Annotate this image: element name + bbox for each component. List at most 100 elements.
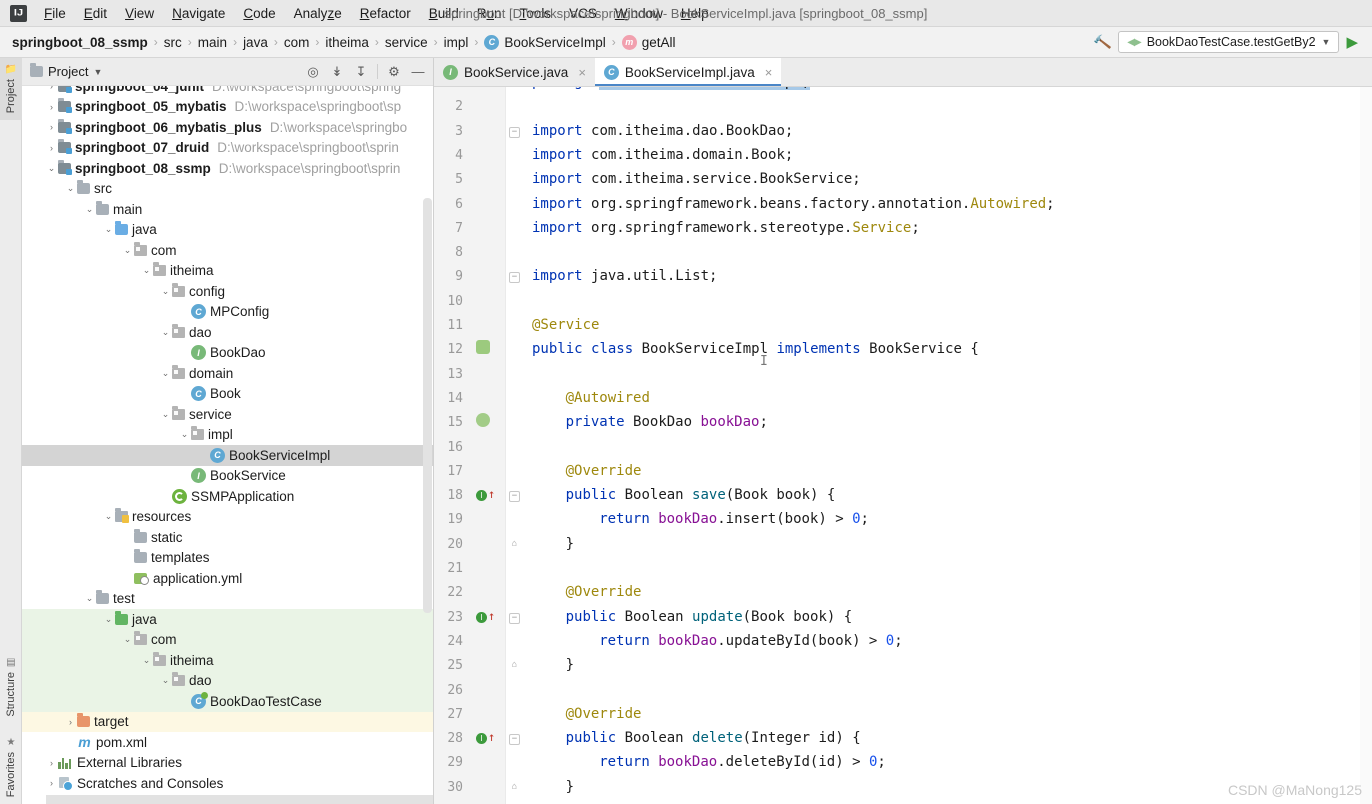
close-icon[interactable]: × [765,65,773,80]
code-fold-marker[interactable]: − [509,734,520,746]
editor-tab-bookservice-java[interactable]: I BookService.java × [434,58,595,86]
menu-refactor[interactable]: Refactor [351,3,420,24]
tree-node-test[interactable]: ⌄ test [22,589,433,610]
code-fold-marker[interactable]: − [509,491,520,503]
code-line[interactable]: public Boolean update(Book book) { [532,610,853,624]
breadcrumb-item-springboot_08_ssmp[interactable]: springboot_08_ssmp [8,35,148,50]
tree-node-book[interactable]: ›CBook [22,384,433,405]
breadcrumb-item-getall[interactable]: m getAll [621,34,675,50]
chevron-down-icon[interactable]: ⌄ [159,327,172,338]
code-fold-marker[interactable]: ⌂ [509,661,520,673]
close-icon[interactable]: × [578,65,586,80]
tree-node-bookserviceimpl[interactable]: ›CBookServiceImpl [22,445,433,466]
menu-tools[interactable]: Tools [511,3,561,24]
chevron-down-icon[interactable]: ⌄ [121,245,134,256]
menu-navigate[interactable]: Navigate [163,3,234,24]
tool-window-button-structure[interactable]: ▤ Structure [0,650,22,724]
tree-node-bookdaotestcase[interactable]: ›CBookDaoTestCase [22,691,433,712]
tree-node-config[interactable]: ⌄ config [22,281,433,302]
chevron-down-icon[interactable]: ⌄ [159,286,172,297]
tree-node-src[interactable]: ⌄ src [22,179,433,200]
implementing-method-icon[interactable]: I ↑ [476,486,502,504]
tree-node-dao[interactable]: ⌄ dao [22,670,433,691]
code-line[interactable]: return bookDao.deleteById(id) > 0; [532,755,886,769]
code-line[interactable]: import org.springframework.stereotype.Se… [532,221,920,235]
tree-node-bookdao[interactable]: ›IBookDao [22,343,433,364]
project-tree[interactable]: › Scratches and Consoles › External Librari… [22,86,433,804]
code-line[interactable]: @Service [532,318,599,332]
chevron-right-icon[interactable]: › [45,143,58,153]
hide-panel-icon[interactable]: — [407,61,429,83]
locate-icon[interactable]: ◎ [302,61,324,83]
tree-node-itheima[interactable]: ⌄ itheima [22,261,433,282]
project-tree-horizontal-scrollbar[interactable] [46,795,433,804]
menu-run[interactable]: Run [468,3,511,24]
code-line[interactable]: import com.itheima.domain.Book; [532,148,793,162]
tree-node-com[interactable]: ⌄ com [22,240,433,261]
code-line[interactable]: @Autowired [532,391,650,405]
code-line[interactable]: import com.itheima.service.BookService; [532,172,861,186]
tree-node-scratches-and-consoles[interactable]: › Scratches and Consoles [22,773,433,794]
project-panel-title[interactable]: Project ▼ [26,63,106,79]
breadcrumb-item-com[interactable]: com [284,35,310,50]
chevron-down-icon[interactable]: ⌄ [102,614,115,625]
spring-autowired-icon[interactable] [476,413,502,431]
menu-window[interactable]: Window [606,3,672,24]
tool-window-button-project[interactable]: 📁 Project [0,58,22,120]
code-line[interactable]: } [532,537,574,551]
chevron-down-icon[interactable]: ⌄ [83,204,96,215]
editor-gutter[interactable]: 1234567891011121314151617181920212223242… [434,87,506,804]
menu-view[interactable]: View [116,3,163,24]
code-line[interactable]: public Boolean delete(Integer id) { [532,731,861,745]
chevron-down-icon[interactable]: ⌄ [102,511,115,522]
tree-node-com[interactable]: ⌄ com [22,629,433,650]
code-line[interactable]: @Override [532,585,642,599]
implementing-method-icon[interactable]: I ↑ [476,729,502,747]
tree-node-resources[interactable]: ⌄ resources [22,507,433,528]
tree-node-mpconfig[interactable]: ›CMPConfig [22,302,433,323]
menu-analyze[interactable]: Analyze [285,3,351,24]
menu-help[interactable]: Help [672,3,718,24]
tree-node-bookservice[interactable]: ›IBookService [22,466,433,487]
breadcrumb-item-itheima[interactable]: itheima [325,35,369,50]
tree-node-springboot-08-ssmp[interactable]: ⌄ springboot_08_ssmp D:\workspace\springbo… [22,158,433,179]
run-play-icon[interactable]: ▶ [1346,33,1358,51]
code-line[interactable]: import org.springframework.beans.factory… [532,197,1055,211]
code-fold-marker[interactable]: ⌂ [509,539,520,551]
breadcrumb-item-service[interactable]: service [385,35,428,50]
tree-node-main[interactable]: ⌄ main [22,199,433,220]
chevron-right-icon[interactable]: › [45,778,58,788]
tree-node-target[interactable]: › target [22,711,433,732]
chevron-right-icon[interactable]: › [45,86,58,91]
tree-node-domain[interactable]: ⌄ domain [22,363,433,384]
code-fold-marker[interactable]: ⌂ [509,782,520,794]
collapse-all-icon[interactable]: ↧ [350,61,372,83]
code-line[interactable]: } [532,780,574,794]
chevron-down-icon[interactable]: ⌄ [159,368,172,379]
chevron-right-icon[interactable]: › [45,122,58,132]
menu-file[interactable]: File [35,3,75,24]
code-fold-marker[interactable]: − [509,612,520,624]
code-line[interactable]: package com.itheima.service.impl; [532,87,811,90]
chevron-right-icon[interactable]: › [45,102,58,112]
code-line[interactable]: return bookDao.updateById(book) > 0; [532,634,902,648]
tree-node-springboot-05-mybatis[interactable]: › springboot_05_mybatis D:\workspace\sprin… [22,97,433,118]
tree-node-ssmpapplication[interactable]: ›SSMPApplication [22,486,433,507]
breadcrumb-item-bookserviceimpl[interactable]: C BookServiceImpl [484,34,606,50]
settings-gear-icon[interactable]: ⚙ [383,61,405,83]
breadcrumb-item-impl[interactable]: impl [444,35,469,50]
tree-node-service[interactable]: ⌄ service [22,404,433,425]
code-line[interactable]: import java.util.List; [532,269,717,283]
menu-vcs[interactable]: VCS [560,3,606,24]
code-fold-marker[interactable]: − [509,126,520,138]
tree-node-springboot-06-mybatis-plus[interactable]: › springboot_06_mybatis_plus D:\workspace\… [22,117,433,138]
chevron-down-icon[interactable]: ⌄ [121,634,134,645]
code-line[interactable]: public class BookServiceImpl implements … [532,342,979,356]
chevron-down-icon[interactable]: ⌄ [140,265,153,276]
tree-node-itheima[interactable]: ⌄ itheima [22,650,433,671]
code-line[interactable]: private BookDao bookDao; [532,415,768,429]
project-tree-vertical-scrollbar[interactable] [423,198,432,613]
chevron-down-icon[interactable]: ⌄ [178,429,191,440]
tree-node-springboot-04-junit[interactable]: › springboot_04_junit D:\workspace\springb… [22,86,433,97]
chevron-down-icon[interactable]: ⌄ [140,655,153,666]
